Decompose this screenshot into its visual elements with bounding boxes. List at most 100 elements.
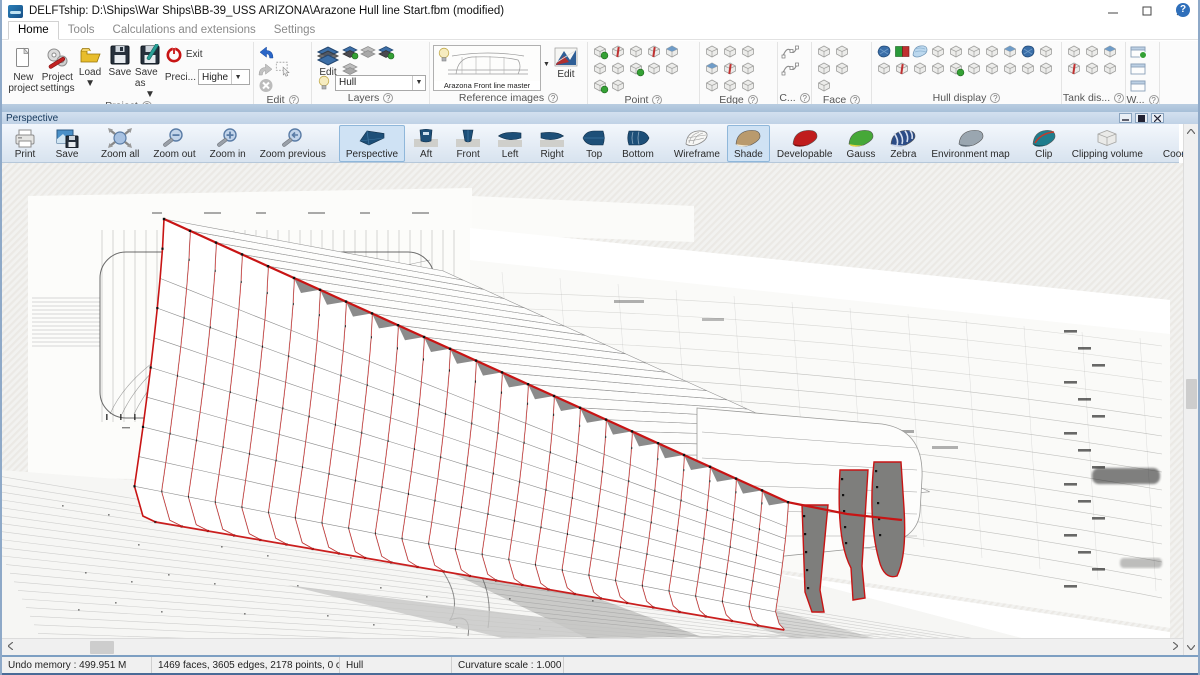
point-tool-icon[interactable] <box>645 60 663 77</box>
delete-button[interactable] <box>257 77 275 94</box>
toolbar-developable-button[interactable]: Developable <box>770 125 840 162</box>
maximize-button[interactable] <box>1130 0 1164 22</box>
minimize-button[interactable] <box>1096 0 1130 22</box>
edge-tool-icon[interactable] <box>721 43 739 60</box>
hull-display-tool-icon[interactable] <box>893 60 911 77</box>
layer-auto-icon[interactable] <box>377 43 395 60</box>
layer-add-icon[interactable] <box>341 43 359 60</box>
hull-display-tool-icon[interactable] <box>1019 60 1037 77</box>
toolbar-perspective-button[interactable]: Perspective <box>339 125 405 162</box>
reference-image-thumbnail[interactable]: Arazona Front line master <box>433 45 541 91</box>
panel-maximize-button[interactable] <box>1135 113 1148 123</box>
save-as-button[interactable]: Save as▼ <box>135 43 165 100</box>
new-project-button[interactable]: New project <box>7 43 40 94</box>
hull-display-tool-icon[interactable] <box>965 60 983 77</box>
layer-select[interactable]: Hull▼ <box>335 75 426 91</box>
hull-display-tool-icon[interactable] <box>875 60 893 77</box>
save-button[interactable]: Save <box>105 43 135 78</box>
curve-tool-icon[interactable] <box>781 60 799 77</box>
redo-button[interactable] <box>257 60 275 77</box>
help-icon[interactable]: ? <box>1176 3 1190 17</box>
viewport-3d[interactable] <box>2 163 1183 638</box>
hull-display-tool-icon[interactable] <box>911 60 929 77</box>
point-tool-icon[interactable] <box>663 43 681 60</box>
hull-display-tool-icon[interactable] <box>947 43 965 60</box>
toolbar-zoomall-button[interactable]: Zoom all <box>94 125 146 162</box>
curve-tool-icon[interactable] <box>781 43 799 60</box>
face-tool-icon[interactable] <box>833 60 851 77</box>
toolbar-right-button[interactable]: Right <box>531 125 573 162</box>
scroll-down-icon[interactable] <box>1184 640 1198 655</box>
edge-tool-icon[interactable] <box>721 77 739 94</box>
hull-display-tool-icon[interactable] <box>929 60 947 77</box>
point-tool-icon[interactable] <box>609 77 627 94</box>
toolbar-zoomin-button[interactable]: Zoom in <box>203 125 253 162</box>
tab-home[interactable]: Home <box>8 21 59 40</box>
layer-visibility-icon[interactable] <box>315 74 333 91</box>
face-tool-icon[interactable] <box>815 77 833 94</box>
scroll-up-icon[interactable] <box>1184 124 1198 139</box>
toolbar-zebra-button[interactable]: >Zebra <box>882 125 924 162</box>
point-tool-icon[interactable] <box>591 43 609 60</box>
toolbar-envmap-button[interactable]: Environment map <box>924 125 1016 162</box>
panel-close-button[interactable] <box>1151 113 1164 123</box>
point-tool-icon[interactable] <box>609 43 627 60</box>
load-button[interactable]: Load▼ <box>75 43 105 89</box>
tank-display-tool-icon[interactable] <box>1083 43 1101 60</box>
face-tool-icon[interactable] <box>815 60 833 77</box>
select-tool-button[interactable] <box>275 60 293 77</box>
hull-display-tool-icon[interactable] <box>911 43 929 60</box>
toolbar-wireframe-button[interactable]: Wireframe <box>667 125 727 162</box>
tab-calculations-and-extensions[interactable]: Calculations and extensions <box>104 22 265 39</box>
toolbar-gauss-button[interactable]: Gauss <box>839 125 882 162</box>
vertical-scrollbar[interactable] <box>1183 124 1198 655</box>
layers-edit-button[interactable]: Edit <box>315 43 341 78</box>
group-help-icon[interactable]: ? <box>800 93 810 103</box>
hull-display-tool-icon[interactable] <box>983 60 1001 77</box>
tab-settings[interactable]: Settings <box>265 22 325 39</box>
toolbar-clipvol-button[interactable]: Clipping volume <box>1065 125 1150 162</box>
toolbar-left-button[interactable]: Left <box>489 125 531 162</box>
tank-display-tool-icon[interactable] <box>1101 43 1119 60</box>
scroll-left-icon[interactable] <box>2 642 18 652</box>
edge-tool-icon[interactable] <box>739 43 757 60</box>
toolbar-shade-button[interactable]: Shade <box>727 125 770 162</box>
hull-display-tool-icon[interactable] <box>1037 60 1055 77</box>
hull-display-tool-icon[interactable] <box>965 43 983 60</box>
edge-tool-icon[interactable] <box>739 77 757 94</box>
hull-display-tool-icon[interactable] <box>947 60 965 77</box>
hull-display-tool-icon[interactable] <box>875 43 893 60</box>
precision-select[interactable]: Highe▼ <box>198 69 250 85</box>
point-tool-icon[interactable] <box>591 77 609 94</box>
hull-display-tool-icon[interactable] <box>1019 43 1037 60</box>
project-settings-button[interactable]: Project settings <box>40 43 75 94</box>
toolbar-front-button[interactable]: Front <box>447 125 489 162</box>
group-help-icon[interactable]: ? <box>990 93 1000 103</box>
panel-minimize-button[interactable] <box>1119 113 1132 123</box>
horizontal-scrollbar[interactable] <box>2 638 1183 655</box>
tank-display-tool-icon[interactable] <box>1065 43 1083 60</box>
group-help-icon[interactable]: ? <box>383 93 393 103</box>
vertical-scroll-thumb[interactable] <box>1186 379 1197 409</box>
tank-display-tool-icon[interactable] <box>1101 60 1119 77</box>
new-window-icon[interactable] <box>1129 43 1147 60</box>
horizontal-scroll-thumb[interactable] <box>90 641 114 654</box>
group-help-icon[interactable]: ? <box>1114 93 1124 103</box>
cascade-windows-icon[interactable] <box>1129 77 1147 94</box>
hull-display-tool-icon[interactable] <box>1001 60 1019 77</box>
tank-display-tool-icon[interactable] <box>1083 60 1101 77</box>
face-tool-icon[interactable] <box>833 43 851 60</box>
exit-button[interactable]: Exit <box>165 46 250 63</box>
hull-display-tool-icon[interactable] <box>929 43 947 60</box>
point-tool-icon[interactable] <box>645 43 663 60</box>
toolbar-saveview-button[interactable]: Save <box>46 125 88 162</box>
face-tool-icon[interactable] <box>815 43 833 60</box>
point-tool-icon[interactable] <box>609 60 627 77</box>
group-help-icon[interactable]: ? <box>548 93 558 103</box>
hull-display-tool-icon[interactable] <box>1001 43 1019 60</box>
reference-image-edit-button[interactable]: Edit <box>552 45 580 80</box>
undo-button[interactable] <box>257 43 275 60</box>
scroll-right-icon[interactable] <box>1167 642 1183 652</box>
toolbar-print-button[interactable]: Print <box>4 125 46 162</box>
hull-display-tool-icon[interactable] <box>983 43 1001 60</box>
